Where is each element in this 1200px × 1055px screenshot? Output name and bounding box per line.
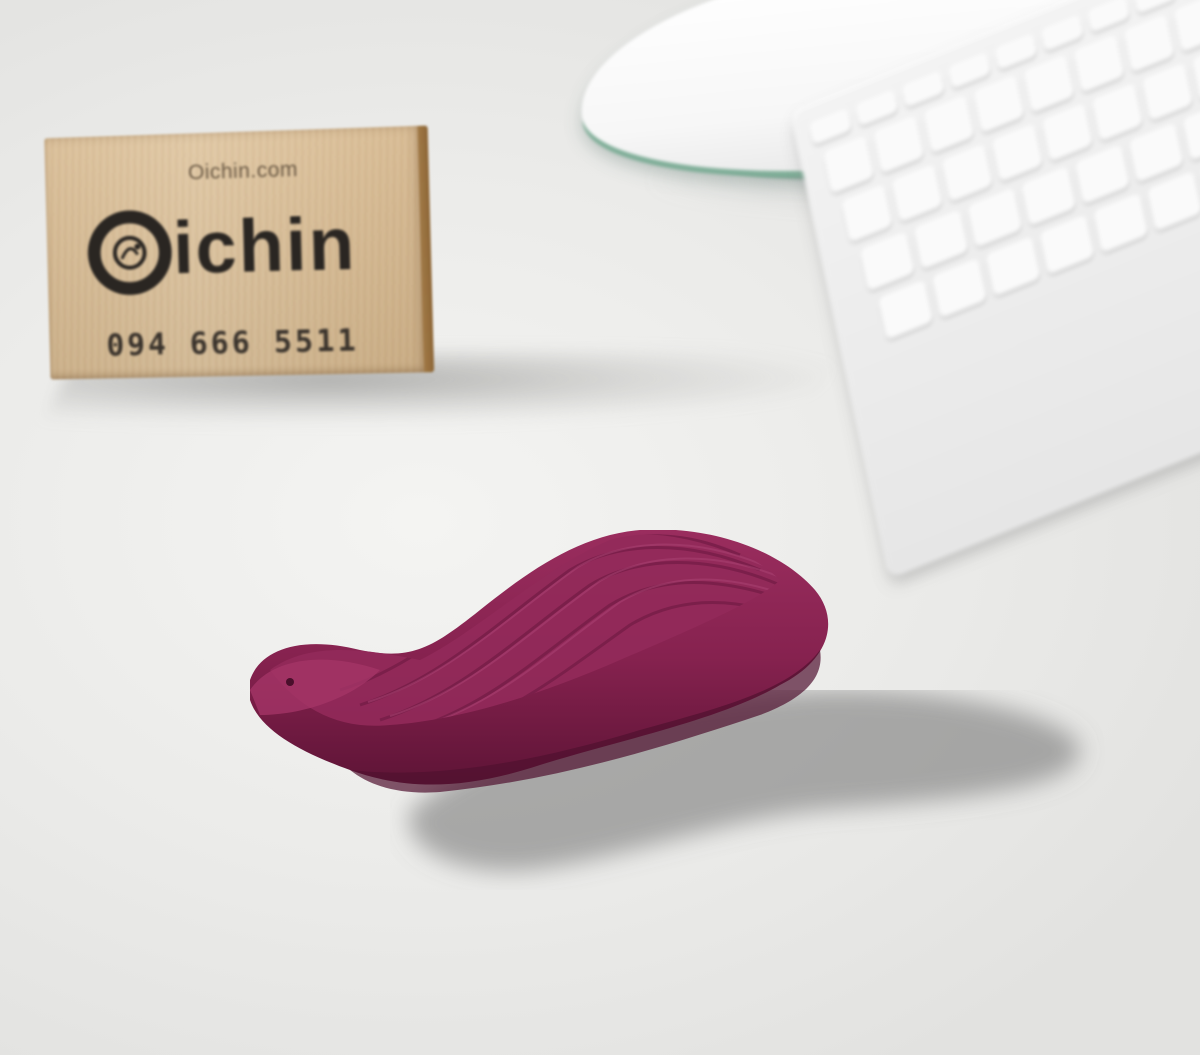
sign-url-text: Oichin.com	[187, 157, 299, 185]
purple-silicone-product	[250, 530, 829, 793]
wooden-sign: Oichin.com ichin 094 666 5511	[44, 125, 435, 380]
keyboard	[790, 0, 1200, 579]
logo-o-mark-icon	[85, 202, 176, 304]
photo-scene: Oichin.com ichin 094 666 5511	[0, 0, 1200, 1055]
sign-logo-text: ichin	[172, 201, 358, 290]
sign-phone-number: 094 666 5511	[106, 323, 360, 364]
sign-edge	[417, 125, 435, 373]
sign-logo: ichin	[85, 195, 408, 303]
